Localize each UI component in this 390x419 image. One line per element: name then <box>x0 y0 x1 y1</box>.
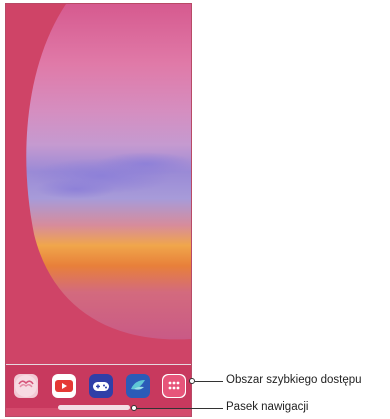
app-grid-icon <box>163 375 185 397</box>
navigation-bar-callout-line <box>137 408 223 409</box>
gallery-icon <box>15 375 37 397</box>
youtube-app[interactable] <box>52 374 76 398</box>
phone-screen <box>6 4 191 416</box>
youtube-play-icon <box>55 380 73 392</box>
navigation-handle[interactable] <box>58 405 130 410</box>
quick-access-callout-line <box>195 381 223 382</box>
wallpaper <box>6 4 191 364</box>
quick-access-dock <box>6 364 191 410</box>
bird-app[interactable] <box>126 374 150 398</box>
gallery-app[interactable] <box>14 374 38 398</box>
games-app[interactable] <box>89 374 113 398</box>
bird-icon <box>131 380 145 390</box>
apps-drawer[interactable] <box>162 374 186 398</box>
quick-access-label: Obszar szybkiego dostępu <box>226 374 362 386</box>
gamepad-icon <box>93 382 109 391</box>
navigation-bar-label: Pasek nawigacji <box>226 401 309 413</box>
